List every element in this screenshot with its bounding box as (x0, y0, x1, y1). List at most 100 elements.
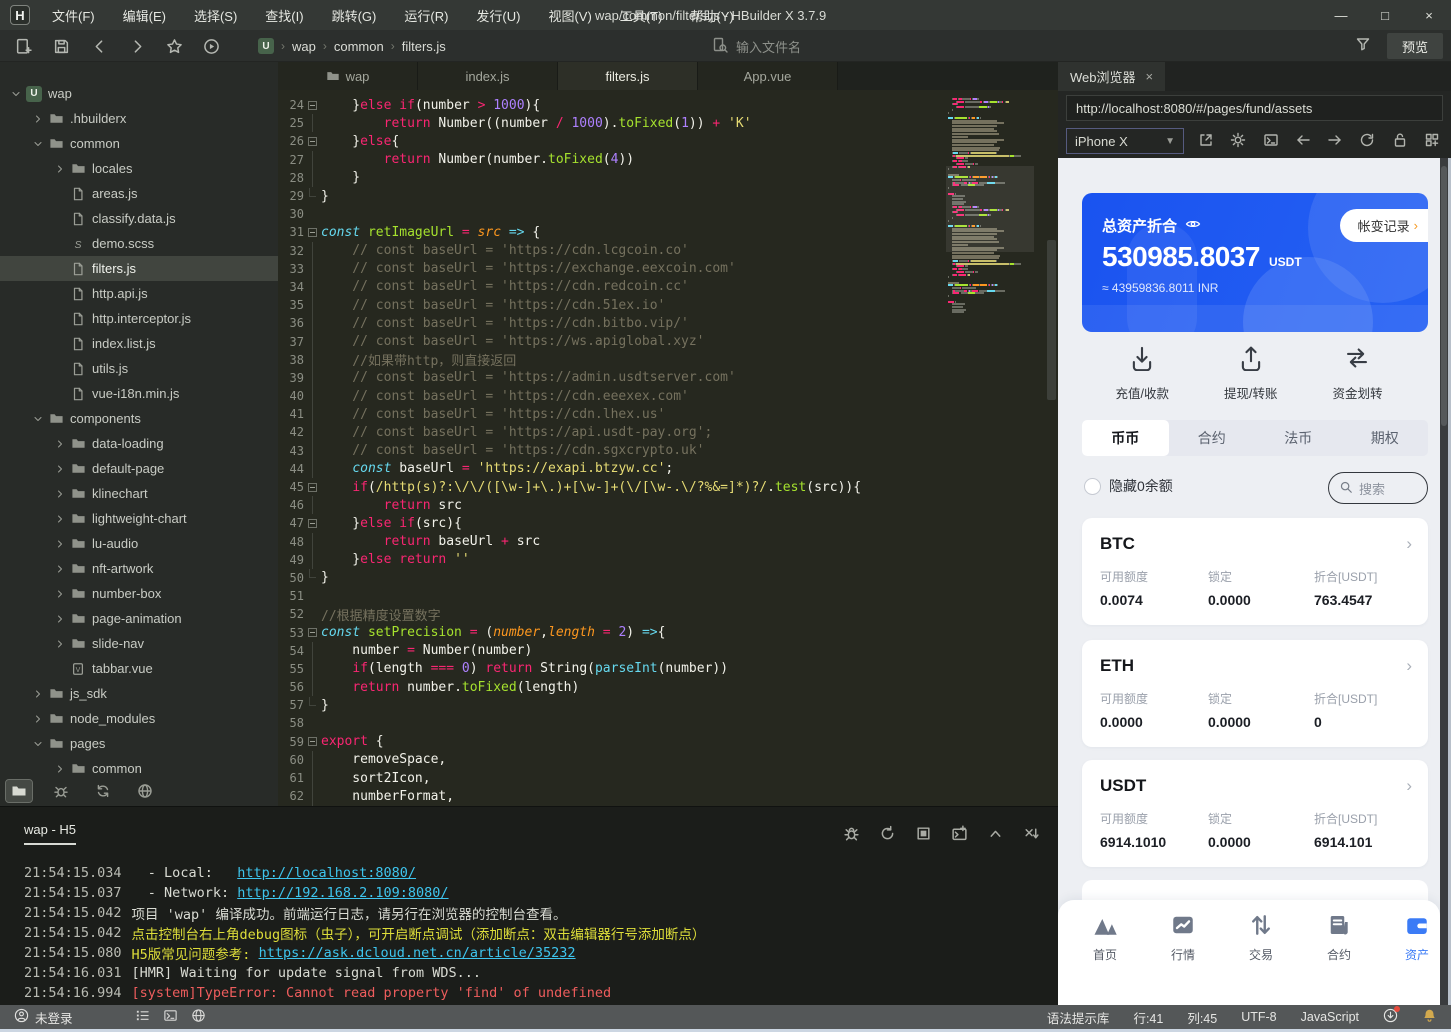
tree-item-utils.js[interactable]: utils.js (0, 356, 278, 381)
tree-item-klinechart[interactable]: klinechart (0, 481, 278, 506)
chevron-right-icon[interactable] (52, 463, 68, 475)
chevron-right-icon[interactable] (52, 588, 68, 600)
tree-item-index.list.js[interactable]: index.list.js (0, 331, 278, 356)
coin-search-input[interactable]: 搜索 (1328, 472, 1428, 504)
back-icon[interactable] (88, 36, 110, 56)
menu-g[interactable]: 跳转(G) (318, 0, 391, 30)
browser-tab-close-icon[interactable]: × (1146, 69, 1154, 84)
chevron-right-icon[interactable] (30, 713, 46, 725)
tree-item-locales[interactable]: locales (0, 156, 278, 181)
tree-item-default-page[interactable]: default-page (0, 456, 278, 481)
editor-tab-App.vue[interactable]: App.vue (698, 62, 838, 90)
chevron-right-icon[interactable] (30, 113, 46, 125)
login-status[interactable]: 未登录 (14, 1008, 73, 1027)
console-clear-icon[interactable] (1020, 823, 1042, 843)
menu-e[interactable]: 编辑(E) (109, 0, 180, 30)
chevron-down-icon[interactable] (8, 88, 24, 100)
console-collapse-icon[interactable] (984, 823, 1006, 843)
chevron-down-icon[interactable] (30, 738, 46, 750)
nav-item-contract[interactable]: 合约 (1309, 913, 1369, 963)
chevron-down-icon[interactable] (30, 138, 46, 150)
menu-i[interactable]: 查找(I) (251, 0, 317, 30)
editor-tab-wap[interactable]: wap (278, 62, 418, 90)
tree-item-slide-nav[interactable]: slide-nav (0, 631, 278, 656)
chevron-right-icon[interactable] (52, 163, 68, 175)
tree-item-lightweight-chart[interactable]: lightweight-chart (0, 506, 278, 531)
language-mode[interactable]: JavaScript (1301, 1010, 1359, 1024)
sidebar-tool-debug-icon[interactable] (48, 780, 74, 802)
tree-item-classify.data.js[interactable]: classify.data.js (0, 206, 278, 231)
device-select[interactable]: iPhone X ▼ (1066, 128, 1184, 154)
console-new-console-icon[interactable] (948, 823, 970, 843)
browser-arrow-right-icon[interactable] (1327, 132, 1343, 151)
chevron-right-icon[interactable] (52, 488, 68, 500)
encoding[interactable]: UTF-8 (1241, 1010, 1276, 1024)
tree-item-areas.js[interactable]: areas.js (0, 181, 278, 206)
statusbar-list-icon[interactable] (135, 1008, 150, 1026)
chevron-down-icon[interactable] (30, 413, 46, 425)
nav-item-market[interactable]: 行情 (1153, 913, 1213, 963)
code-editor[interactable]: 24 }else if(number > 1000){25 return Num… (278, 90, 1018, 806)
console-restart-icon[interactable] (876, 823, 898, 843)
menu-r[interactable]: 运行(R) (390, 0, 462, 30)
browser-refresh-icon[interactable] (1359, 132, 1375, 151)
editor-scrollbar[interactable] (1046, 90, 1057, 806)
forward-icon[interactable] (126, 36, 148, 56)
editor-tab-filters.js[interactable]: filters.js (558, 62, 698, 90)
tree-item-.hbuilderx[interactable]: .hbuilderx (0, 106, 278, 131)
tree-item-js_sdk[interactable]: js_sdk (0, 681, 278, 706)
browser-tab[interactable]: Web浏览器 × (1058, 62, 1165, 91)
sidebar-tool-sync-icon[interactable] (90, 780, 116, 802)
url-input[interactable]: http://localhost:8080/#/pages/fund/asset… (1066, 95, 1443, 121)
minimap[interactable] (946, 90, 1034, 806)
nav-item-wallet[interactable]: 资产 (1387, 913, 1440, 963)
console-link[interactable]: http://localhost:8080/ (237, 865, 416, 881)
tree-item-vue-i18n.min.js[interactable]: vue-i18n.min.js (0, 381, 278, 406)
eye-icon[interactable] (1185, 216, 1201, 236)
maximize-button[interactable]: □ (1363, 0, 1407, 30)
chevron-right-icon[interactable] (30, 688, 46, 700)
nav-item-home[interactable]: 首页 (1075, 913, 1135, 963)
chevron-right-icon[interactable] (52, 613, 68, 625)
console-tab[interactable]: wap - H5 (24, 822, 76, 845)
tree-item-demo.scss[interactable]: Sdemo.scss (0, 231, 278, 256)
star-icon[interactable] (163, 36, 185, 56)
coin-card-BTC[interactable]: BTC›可用额度0.0074锁定0.0000折合[USDT]763.4547 (1082, 518, 1428, 625)
sidebar-tool-files-icon[interactable] (6, 780, 32, 802)
browser-console-icon[interactable] (1263, 132, 1279, 151)
tree-item-http.api.js[interactable]: http.api.js (0, 281, 278, 306)
chevron-right-icon[interactable] (52, 563, 68, 575)
chevron-right-icon[interactable] (52, 438, 68, 450)
preview-scrollbar[interactable] (1440, 158, 1448, 1005)
asset-tab-币币[interactable]: 币币 (1082, 420, 1169, 456)
filter-funnel-icon[interactable] (1355, 36, 1371, 55)
tree-item-number-box[interactable]: number-box (0, 581, 278, 606)
menu-f[interactable]: 文件(F) (38, 0, 109, 30)
browser-unlock-icon[interactable] (1392, 132, 1408, 151)
account-record-button[interactable]: 帐变记录 › (1340, 209, 1428, 242)
breadcrumb-filters.js[interactable]: filters.js (402, 39, 446, 54)
chevron-right-icon[interactable] (52, 763, 68, 775)
console-link[interactable]: http://192.168.2.109:8080/ (237, 885, 448, 901)
console-stop-icon[interactable] (912, 823, 934, 843)
menu-s[interactable]: 选择(S) (180, 0, 251, 30)
action-deposit[interactable]: 充值/收款 (1116, 345, 1169, 411)
asset-tab-期权[interactable]: 期权 (1342, 420, 1429, 456)
tree-item-nft-artwork[interactable]: nft-artwork (0, 556, 278, 581)
statusbar-globe-icon[interactable] (191, 1008, 206, 1026)
breadcrumb-common[interactable]: common (334, 39, 384, 54)
chevron-right-icon[interactable] (52, 538, 68, 550)
action-transfer[interactable]: 资金划转 (1332, 345, 1382, 411)
tree-item-page-animation[interactable]: page-animation (0, 606, 278, 631)
chevron-right-icon[interactable] (52, 513, 68, 525)
syntax-hint-lib[interactable]: 语法提示库 (1047, 1008, 1110, 1027)
nav-item-trade[interactable]: 交易 (1231, 913, 1291, 963)
tree-item-http.interceptor.js[interactable]: http.interceptor.js (0, 306, 278, 331)
browser-qr-icon[interactable] (1424, 132, 1440, 151)
minimize-button[interactable]: — (1319, 0, 1363, 30)
tree-item-common[interactable]: common (0, 131, 278, 156)
new-file-icon[interactable] (12, 36, 34, 56)
coin-card-USDT[interactable]: USDT›可用额度6914.1010锁定0.0000折合[USDT]6914.1… (1082, 760, 1428, 867)
tree-item-lu-audio[interactable]: lu-audio (0, 531, 278, 556)
tree-item-components[interactable]: components (0, 406, 278, 431)
